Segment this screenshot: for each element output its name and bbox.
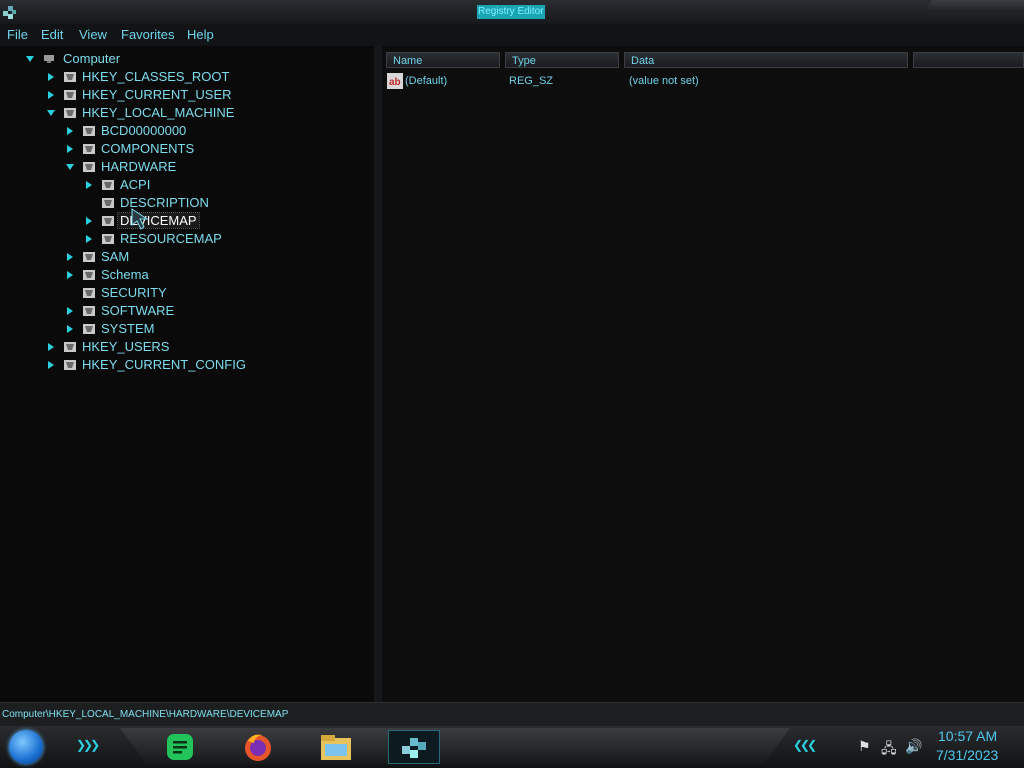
taskbar-firefox[interactable] [238, 730, 278, 764]
expand-arrow-icon[interactable] [65, 126, 75, 136]
chevron-right-icon: ❮❮❮ [793, 738, 817, 752]
tree-item-label: HKEY_CURRENT_USER [82, 87, 232, 102]
expand-arrow-icon[interactable] [84, 216, 94, 226]
menu-help[interactable]: Help [187, 27, 214, 42]
expand-arrow-icon[interactable] [46, 90, 56, 100]
taskbar-registry-editor[interactable] [388, 730, 440, 764]
menu-favorites[interactable]: Favorites [121, 27, 174, 42]
action-center-flag-icon[interactable]: ⚑ [858, 738, 871, 755]
notes-app-icon [167, 734, 193, 760]
tree-item-label: SOFTWARE [101, 303, 175, 318]
firefox-icon [245, 734, 271, 761]
value-type: REG_SZ [509, 75, 554, 87]
folder-icon [64, 108, 76, 118]
taskbar-file-explorer[interactable] [316, 730, 356, 764]
tree-item-label: HKEY_CURRENT_CONFIG [82, 357, 246, 372]
tree-item-label: SECURITY [101, 285, 167, 300]
window-title: Registry Editor [477, 5, 545, 19]
collapse-arrow-icon[interactable] [65, 162, 75, 172]
tree-item-label: HARDWARE [101, 159, 177, 174]
collapse-arrow-icon[interactable] [25, 54, 35, 64]
title-bar: Registry Editor [0, 0, 1024, 25]
clock-date[interactable]: 7/31/2023 [936, 747, 998, 763]
folder-icon [64, 342, 76, 352]
expand-arrow-icon[interactable] [65, 324, 75, 334]
folder-icon [102, 180, 114, 190]
folder-icon [102, 216, 114, 226]
expand-arrow-icon[interactable] [65, 144, 75, 154]
tree-item-label: SYSTEM [101, 321, 155, 336]
registry-editor-icon [402, 738, 426, 758]
tree-item-label: RESOURCEMAP [120, 231, 222, 246]
string-value-icon: ab [387, 73, 403, 89]
registry-editor-icon[interactable] [2, 3, 18, 21]
tree-item-label: HKEY_USERS [82, 339, 170, 354]
values-list[interactable] [382, 46, 1024, 702]
expand-arrow-icon[interactable] [46, 360, 56, 370]
expand-arrow-icon[interactable] [46, 72, 56, 82]
menu-bar: File Edit View Favorites Help [0, 24, 1024, 46]
taskbar-notes-app[interactable] [160, 730, 200, 764]
folder-icon [83, 306, 95, 316]
value-data: (value not set) [629, 75, 699, 87]
column-header-data[interactable]: Data [624, 52, 908, 68]
tree-item-label: BCD00000000 [101, 123, 187, 138]
volume-icon[interactable]: 🔊 [905, 738, 922, 755]
tree-item-label: HKEY_CLASSES_ROOT [82, 69, 230, 84]
expand-arrow-icon[interactable] [84, 234, 94, 244]
chevron-left-icon: ❯❯❯ [76, 738, 100, 752]
expand-arrow-icon[interactable] [65, 252, 75, 262]
tree-item-label: ACPI [120, 177, 151, 192]
folder-icon [64, 72, 76, 82]
column-header-empty[interactable] [913, 52, 1024, 68]
status-bar: Computer\HKEY_LOCAL_MACHINE\HARDWARE\DEV… [0, 702, 1024, 727]
menu-edit[interactable]: Edit [41, 27, 63, 42]
folder-icon [102, 198, 114, 208]
expand-arrow-icon[interactable] [65, 306, 75, 316]
tree-item-label: COMPONENTS [101, 141, 195, 156]
tree-item-label: Schema [101, 267, 149, 282]
expand-arrow-icon[interactable] [65, 270, 75, 280]
svg-text:ab: ab [389, 77, 401, 88]
clock-time[interactable]: 10:57 AM [938, 728, 997, 744]
expand-arrow-icon[interactable] [46, 342, 56, 352]
folder-icon [64, 360, 76, 370]
folder-icon [102, 234, 114, 244]
column-header-type[interactable]: Type [505, 52, 619, 68]
taskbar-center-strip [120, 728, 790, 764]
expand-arrow-icon[interactable] [84, 180, 94, 190]
folder-icon [64, 90, 76, 100]
value-name: (Default) [405, 75, 448, 87]
menu-file[interactable]: File [7, 27, 28, 42]
file-explorer-icon [321, 735, 351, 760]
mouse-cursor-icon [131, 208, 149, 230]
folder-icon [83, 126, 95, 136]
tree-item-label: SAM [101, 249, 130, 264]
pane-splitter[interactable] [374, 46, 382, 702]
folder-icon [83, 288, 95, 298]
start-button[interactable] [9, 730, 43, 764]
computer-icon [44, 55, 54, 63]
menu-view[interactable]: View [79, 27, 107, 42]
column-header-name[interactable]: Name [386, 52, 500, 68]
tree-item-label: HKEY_LOCAL_MACHINE [82, 105, 235, 120]
collapse-arrow-icon[interactable] [46, 108, 56, 118]
folder-icon [83, 252, 95, 262]
folder-icon [83, 324, 95, 334]
tree-item-label: Computer [63, 51, 121, 66]
status-path: Computer\HKEY_LOCAL_MACHINE\HARDWARE\DEV… [2, 709, 289, 720]
folder-icon [83, 144, 95, 154]
folder-icon [83, 270, 95, 280]
folder-icon [83, 162, 95, 172]
window-controls[interactable] [924, 0, 1024, 12]
network-icon[interactable]: 🖧 [881, 738, 897, 762]
